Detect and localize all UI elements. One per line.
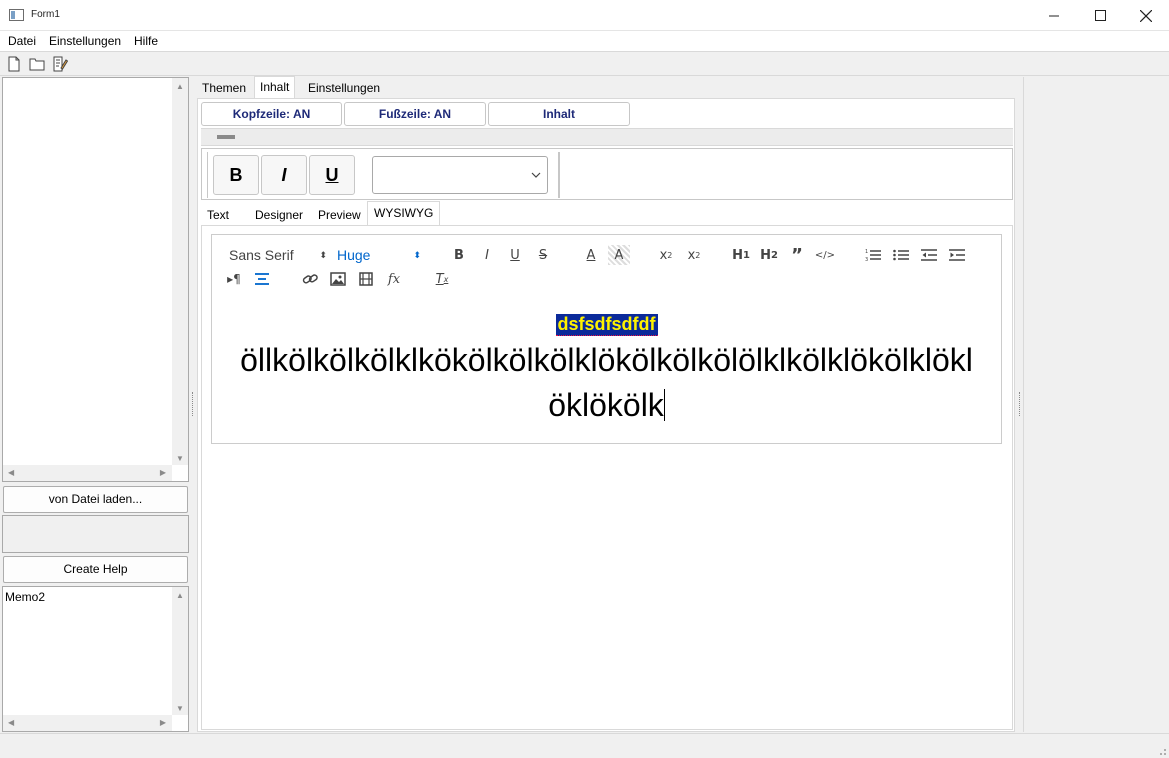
- bold-button[interactable]: B: [213, 155, 259, 195]
- toolbar: [0, 52, 1169, 76]
- scroll-up-icon[interactable]: ▲: [176, 591, 184, 600]
- maximize-icon[interactable]: [1077, 0, 1123, 31]
- editor-content[interactable]: dsfsdfsdfdf öllkölkölkölklkökölkölkölklö…: [211, 299, 1002, 444]
- empty-panel: [2, 515, 189, 553]
- heading1-icon[interactable]: H1: [730, 245, 752, 265]
- subtab-wysiwyg[interactable]: WYSIWYG: [367, 201, 441, 225]
- underline-icon[interactable]: U: [504, 245, 526, 265]
- picker-arrows-icon: ⬍: [413, 249, 421, 260]
- app-icon: [9, 9, 24, 21]
- subtab-text[interactable]: Text: [201, 204, 235, 225]
- heading2-icon[interactable]: H2: [758, 245, 780, 265]
- memo-field[interactable]: Memo2 ▲ ▼ ◀ ▶: [2, 586, 189, 732]
- strikethrough-icon[interactable]: S: [532, 245, 554, 265]
- scroll-down-icon[interactable]: ▼: [176, 454, 184, 463]
- background-color-icon[interactable]: A: [608, 245, 630, 265]
- scroll-right-icon[interactable]: ▶: [160, 468, 166, 477]
- edit-document-icon[interactable]: [52, 56, 68, 72]
- link-icon[interactable]: [299, 269, 321, 289]
- editor-line-2: öklökölk: [212, 383, 1001, 428]
- scroll-up-icon[interactable]: ▲: [176, 82, 184, 91]
- subtab-preview[interactable]: Preview: [312, 204, 367, 225]
- size-picker-label: Huge: [337, 247, 371, 263]
- clear-format-icon[interactable]: Tx: [431, 269, 453, 289]
- content-button[interactable]: Inhalt: [488, 102, 630, 126]
- italic-icon[interactable]: I: [476, 245, 498, 265]
- text-cursor: [663, 389, 665, 421]
- scroll-left-icon[interactable]: ◀: [8, 468, 14, 477]
- italic-button[interactable]: I: [261, 155, 307, 195]
- subtab-designer[interactable]: Designer: [249, 204, 309, 225]
- bullet-list-icon[interactable]: [890, 245, 912, 265]
- load-from-file-button[interactable]: von Datei laden...: [3, 486, 188, 513]
- superscript-icon[interactable]: x2: [683, 245, 705, 265]
- picker-arrows-icon: ⬍: [319, 249, 327, 260]
- resize-grip-icon[interactable]: [1157, 746, 1167, 756]
- image-icon[interactable]: [327, 269, 349, 289]
- title-bar: Form1: [0, 0, 1169, 31]
- editor-toolbar: Sans Serif ⬍ Huge ⬍ B I U S A A x2 x2 H1…: [211, 234, 1002, 300]
- left-splitter[interactable]: [192, 392, 195, 416]
- minimize-icon[interactable]: [1031, 0, 1077, 31]
- text-color-icon[interactable]: A: [580, 245, 602, 265]
- code-block-icon[interactable]: </>: [814, 245, 836, 265]
- editor-line-highlight: dsfsdfsdfdf: [212, 314, 1001, 336]
- svg-text:1: 1: [865, 249, 868, 255]
- list-vertical-scrollbar[interactable]: ▲ ▼: [172, 78, 188, 465]
- outdent-icon[interactable]: [918, 245, 940, 265]
- svg-text:3: 3: [865, 257, 868, 262]
- create-help-button[interactable]: Create Help: [3, 556, 188, 583]
- tab-einstellungen[interactable]: Einstellungen: [303, 78, 385, 98]
- scroll-down-icon[interactable]: ▼: [176, 704, 184, 713]
- editor-line-2-text: öklökölk: [548, 387, 664, 423]
- new-file-icon[interactable]: [6, 56, 22, 72]
- align-center-icon[interactable]: [251, 269, 273, 289]
- tab-themen[interactable]: Themen: [197, 78, 251, 98]
- menu-bar: Datei Einstellungen Hilfe: [0, 31, 1169, 52]
- right-panel: [1023, 77, 1169, 732]
- menu-datei[interactable]: Datei: [8, 34, 36, 48]
- format-combobox[interactable]: [372, 156, 548, 194]
- blockquote-icon[interactable]: ”: [786, 245, 808, 266]
- formula-icon[interactable]: fx: [383, 269, 405, 289]
- indent-icon[interactable]: [946, 245, 968, 265]
- bold-icon[interactable]: B: [448, 245, 470, 265]
- underline-button[interactable]: U: [309, 155, 355, 195]
- status-bar: [0, 733, 1169, 758]
- header-toggle-button[interactable]: Kopfzeile: AN: [201, 102, 342, 126]
- ordered-list-icon[interactable]: 13: [862, 245, 884, 265]
- close-icon[interactable]: [1123, 0, 1169, 31]
- menu-hilfe[interactable]: Hilfe: [134, 34, 158, 48]
- right-splitter[interactable]: [1019, 392, 1022, 416]
- open-folder-icon[interactable]: [29, 56, 45, 72]
- chevron-down-icon: [531, 172, 541, 178]
- text-direction-icon[interactable]: ▸¶: [223, 269, 245, 289]
- drag-handle-icon[interactable]: [217, 135, 235, 139]
- highlighted-text: dsfsdfsdfdf: [555, 314, 658, 336]
- memo-horizontal-scrollbar[interactable]: ◀ ▶: [3, 715, 172, 731]
- toolbar-separator: [558, 152, 560, 198]
- list-horizontal-scrollbar[interactable]: ◀ ▶: [3, 465, 172, 481]
- memo-text: Memo2: [5, 590, 46, 604]
- footer-toggle-button[interactable]: Fußzeile: AN: [344, 102, 486, 126]
- memo-vertical-scrollbar[interactable]: ▲ ▼: [172, 587, 188, 715]
- collapse-strip[interactable]: [201, 128, 1013, 146]
- menu-einstellungen[interactable]: Einstellungen: [49, 34, 121, 48]
- video-icon[interactable]: [355, 269, 377, 289]
- toolbar-grip: [207, 152, 209, 198]
- scroll-right-icon[interactable]: ▶: [160, 718, 166, 727]
- window-title: Form1: [31, 9, 60, 20]
- tab-inhalt[interactable]: Inhalt: [254, 76, 296, 99]
- font-picker[interactable]: Sans Serif ⬍: [229, 245, 327, 265]
- editor-line-1: öllkölkölkölklkökölkölkölklököl­kölkölöl…: [240, 342, 973, 378]
- topic-list[interactable]: ▲ ▼ ◀ ▶: [2, 77, 189, 482]
- size-picker[interactable]: Huge ⬍: [337, 245, 421, 265]
- font-picker-label: Sans Serif: [229, 247, 294, 263]
- scroll-left-icon[interactable]: ◀: [8, 718, 14, 727]
- subscript-icon[interactable]: x2: [655, 245, 677, 265]
